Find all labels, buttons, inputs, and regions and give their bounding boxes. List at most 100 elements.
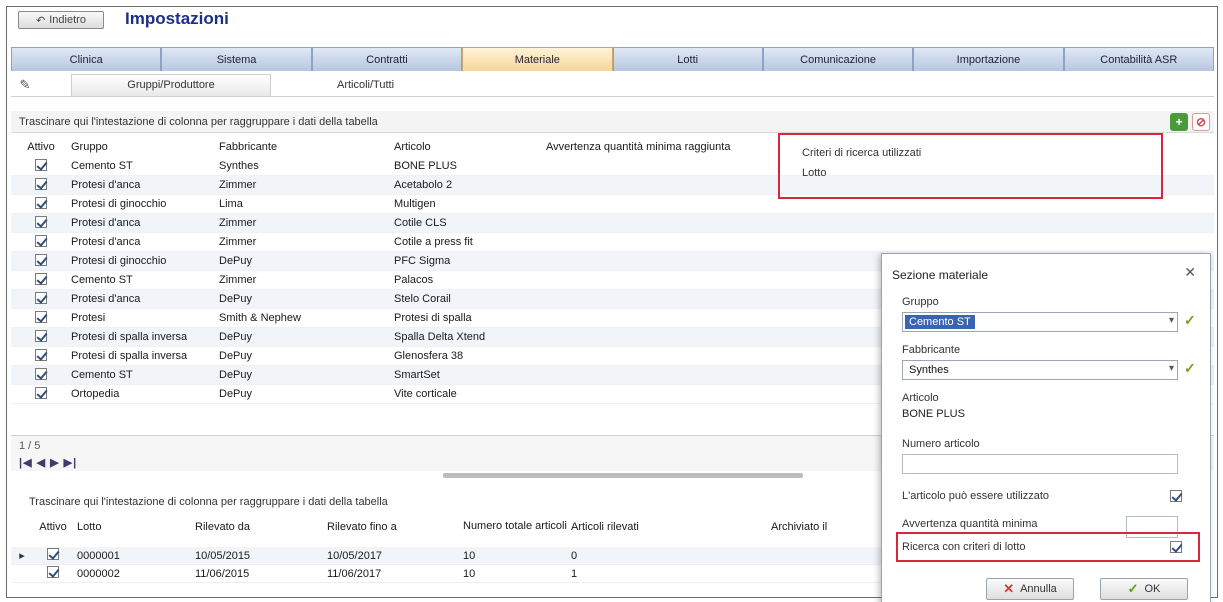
tab-importazione[interactable]: Importazione	[913, 47, 1064, 71]
article-label: Articolo	[902, 392, 939, 404]
cell-articolo: SmartSet	[394, 369, 440, 381]
cell-attivo	[11, 386, 67, 402]
cancel-button[interactable]: ✕ Annulla	[986, 578, 1074, 600]
cell-articolo: Cotile CLS	[394, 217, 447, 229]
lots-col-numero[interactable]: Numero totale articoli	[459, 521, 567, 532]
cell-attivo	[11, 234, 67, 250]
ok-button[interactable]: ✓ OK	[1100, 578, 1188, 600]
tab-materiale[interactable]: Materiale	[462, 47, 613, 71]
chevron-down-icon[interactable]: ▾	[1169, 363, 1174, 374]
back-arrow-icon: ↶	[36, 14, 46, 27]
attivo-checkbox[interactable]	[35, 329, 47, 342]
attivo-checkbox[interactable]	[35, 291, 47, 304]
attivo-checkbox[interactable]	[35, 310, 47, 323]
subtab-articoli-tutti[interactable]: Articoli/Tutti	[323, 74, 408, 96]
lot-criteria-checkbox[interactable]	[1170, 541, 1182, 553]
usable-checkbox[interactable]	[1170, 490, 1182, 502]
tab-comunicazione[interactable]: Comunicazione	[762, 47, 914, 71]
cell-rilevato-fino: 11/06/2017	[327, 567, 382, 580]
cell-articolo: Vite corticale	[394, 388, 457, 400]
cell-attivo	[11, 196, 67, 212]
cell-fabbricante: DePuy	[219, 331, 253, 343]
page-title: Impostazioni	[125, 9, 229, 28]
lower-group-bar: Trascinare qui l'intestazione di colonna…	[11, 493, 891, 511]
article-number-field[interactable]	[902, 454, 1178, 474]
chevron-down-icon[interactable]: ▾	[1169, 315, 1174, 326]
col-avvertenza[interactable]: Avvertenza quantità minima raggiunta	[542, 141, 772, 153]
cell-attivo	[29, 566, 73, 581]
confirm-manufacturer-icon[interactable]: ✓	[1184, 360, 1196, 377]
attivo-checkbox[interactable]	[35, 215, 47, 228]
group-select[interactable]: Cemento ST ▾	[902, 312, 1178, 332]
lower-group-hint: Trascinare qui l'intestazione di colonna…	[29, 496, 388, 508]
dialog-close-icon[interactable]: ✕	[1184, 264, 1196, 281]
attivo-checkbox[interactable]	[35, 386, 47, 399]
attivo-checkbox[interactable]	[35, 253, 47, 266]
back-button[interactable]: ↶ Indietro	[18, 11, 104, 29]
cell-attivo	[11, 177, 67, 193]
edit-pencil-icon[interactable]: ✎	[15, 76, 35, 94]
lots-col-lotto[interactable]: Lotto	[73, 521, 191, 533]
attivo-checkbox[interactable]	[35, 196, 47, 209]
criteria-column-title[interactable]: Criteri di ricerca utilizzati	[802, 147, 921, 159]
delete-icon[interactable]: ⊘	[1192, 113, 1210, 131]
group-hint: Trascinare qui l'intestazione di colonna…	[19, 115, 378, 128]
attivo-checkbox[interactable]	[35, 348, 47, 361]
lots-col-rilevato-da[interactable]: Rilevato da	[191, 521, 323, 533]
usable-label: L'articolo può essere utilizzato	[902, 490, 1050, 502]
lots-grid-body: ▸ 0000001 10/05/2015 10/05/2017 10 0 0000002 11…	[11, 547, 887, 583]
upper-group-bar: Trascinare qui l'intestazione di colonna…	[11, 111, 1214, 133]
cell-gruppo: Cemento ST	[71, 274, 133, 286]
attivo-checkbox[interactable]	[47, 548, 59, 560]
tab-clinica[interactable]: Clinica	[11, 47, 162, 71]
attivo-checkbox[interactable]	[47, 566, 59, 578]
lots-grid: Attivo Lotto Rilevato da Rilevato fino a…	[11, 515, 887, 583]
col-articolo[interactable]: Articolo	[390, 141, 542, 153]
tab-lotti[interactable]: Lotti	[612, 47, 763, 71]
attivo-checkbox[interactable]	[35, 367, 47, 380]
col-attivo[interactable]: Attivo	[11, 141, 67, 153]
manufacturer-select[interactable]: Synthes ▾	[902, 360, 1178, 380]
settings-window: ↶ Indietro Impostazioni Clinica Sistema …	[6, 6, 1218, 602]
cell-gruppo: Ortopedia	[71, 388, 120, 400]
pager-nav[interactable]: |◀ ◀ ▶ ▶|	[19, 456, 77, 469]
tab-contabilita[interactable]: Contabilità ASR	[1063, 47, 1214, 71]
group-select-value: Cemento ST	[905, 315, 975, 329]
cell-gruppo: Cemento ST	[71, 160, 133, 172]
page-indicator: 1 / 5	[19, 440, 41, 452]
col-fabbricante[interactable]: Fabbricante	[215, 141, 390, 153]
cell-gruppo: Protesi d'anca	[71, 236, 141, 248]
row-indicator: ▸	[19, 550, 25, 562]
tab-sistema[interactable]: Sistema	[161, 47, 312, 71]
lots-col-rilevati[interactable]: Articoli rilevati	[567, 521, 767, 533]
attivo-checkbox[interactable]	[35, 272, 47, 285]
ok-button-label: OK	[1144, 583, 1161, 595]
cell-articolo: Stelo Corail	[394, 293, 451, 305]
cell-gruppo: Protesi d'anca	[71, 293, 141, 305]
add-icon[interactable]: +	[1170, 113, 1188, 131]
table-row[interactable]: Protesi d'anca Zimmer Cotile a press fit	[11, 233, 1214, 252]
table-row[interactable]: 0000002 11/06/2015 11/06/2017 10 1	[11, 565, 887, 583]
col-gruppo[interactable]: Gruppo	[67, 141, 215, 153]
panel-splitter[interactable]	[443, 473, 803, 478]
cell-attivo	[11, 253, 67, 269]
lots-col-archiviato[interactable]: Archiviato il	[767, 521, 887, 533]
attivo-checkbox[interactable]	[35, 177, 47, 190]
group-label: Gruppo	[902, 296, 939, 308]
tab-contratti[interactable]: Contratti	[311, 47, 463, 71]
cell-articolo: Palacos	[394, 274, 434, 286]
cell-gruppo: Protesi di spalla inversa	[71, 331, 188, 343]
attivo-checkbox[interactable]	[35, 158, 47, 171]
table-row[interactable]: Protesi d'anca Zimmer Cotile CLS	[11, 214, 1214, 233]
lots-col-attivo[interactable]: Attivo	[29, 521, 73, 533]
confirm-group-icon[interactable]: ✓	[1184, 312, 1196, 329]
cell-articolo: Spalla Delta Xtend	[394, 331, 486, 343]
cell-gruppo: Protesi d'anca	[71, 217, 141, 229]
attivo-checkbox[interactable]	[35, 234, 47, 247]
cell-articolo: Multigen	[394, 198, 436, 210]
table-row[interactable]: ▸ 0000001 10/05/2015 10/05/2017 10 0	[11, 547, 887, 565]
subtab-gruppi-produttore[interactable]: Gruppi/Produttore	[71, 73, 271, 96]
lots-col-rilevato-fino[interactable]: Rilevato fino a	[323, 521, 459, 533]
cell-fabbricante: Zimmer	[219, 274, 257, 286]
article-value: BONE PLUS	[902, 408, 965, 420]
